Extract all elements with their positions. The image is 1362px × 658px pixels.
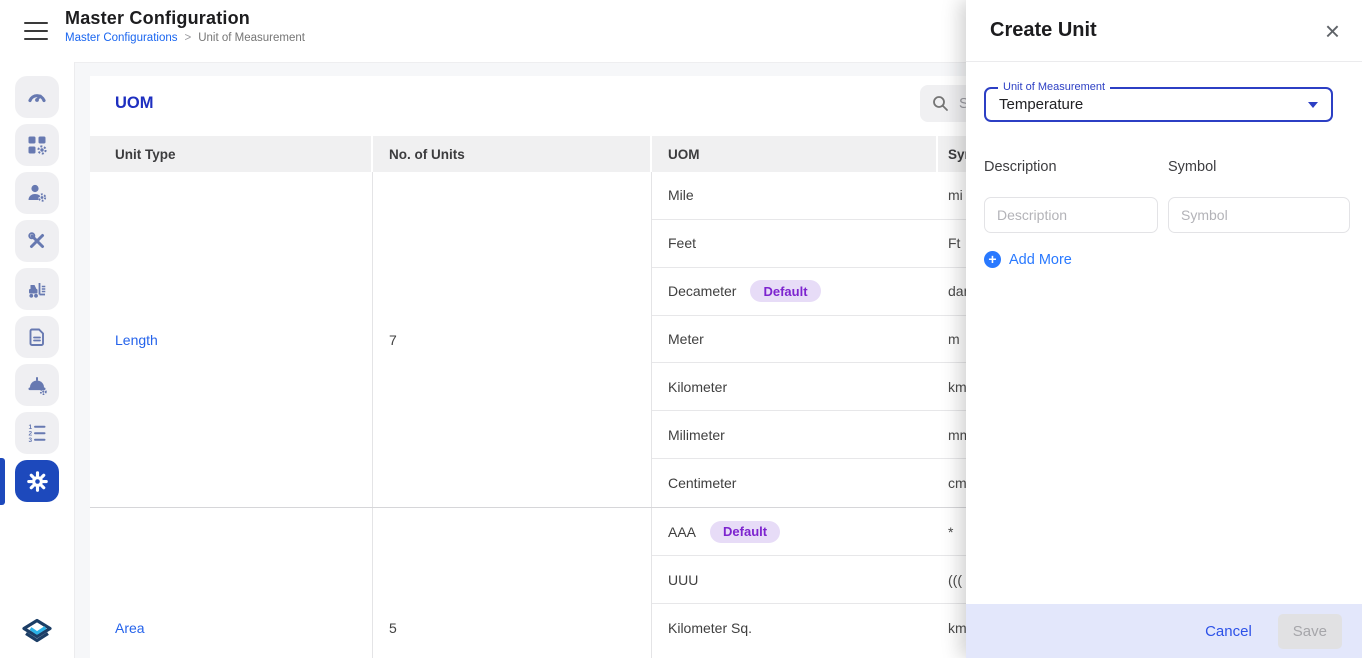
sidebar-item-user-management[interactable] (15, 172, 59, 214)
search-icon (932, 95, 949, 112)
sidebar-item-sequence[interactable]: 1 2 3 (15, 412, 59, 454)
tools-icon (25, 229, 49, 253)
user-settings-icon (25, 181, 49, 205)
uom-cell: Milimeter (652, 427, 938, 443)
breadcrumb-separator: > (185, 32, 192, 44)
column-header: Unit Type (90, 136, 373, 172)
uom-cell: AAA Default (652, 521, 938, 543)
select-floating-label: Unit of Measurement (998, 81, 1110, 93)
plus-circle-icon: + (984, 251, 1001, 268)
sidebar-item-dashboard[interactable] (15, 76, 59, 118)
unit-type-link[interactable]: Length (115, 332, 158, 348)
numbered-list-icon: 1 2 3 (25, 421, 49, 445)
add-more-button[interactable]: + Add More (984, 251, 1072, 268)
symbol-field[interactable] (1168, 197, 1350, 233)
hardhat-gear-icon (25, 373, 49, 397)
breadcrumb: Master Configurations > Unit of Measurem… (65, 32, 305, 44)
uom-cell: Kilometer (652, 379, 938, 395)
chevron-down-icon (1308, 102, 1318, 108)
uom-cell: Meter (652, 331, 938, 347)
company-logo (19, 617, 55, 652)
section-title: UOM (115, 94, 154, 113)
sidebar-item-modules[interactable] (15, 124, 59, 166)
unit-count-cell: 7 (373, 172, 652, 507)
uom-name: Centimeter (668, 475, 736, 491)
breadcrumb-current: Unit of Measurement (198, 32, 305, 44)
gauge-icon (25, 85, 49, 109)
column-header: UOM (652, 136, 938, 172)
close-icon[interactable]: × (1321, 16, 1344, 46)
uom-cell: UUU (652, 572, 938, 588)
save-button[interactable]: Save (1278, 614, 1342, 649)
default-badge: Default (750, 280, 820, 302)
sidebar-item-settings[interactable] (15, 460, 59, 502)
uom-name: Mile (668, 187, 694, 203)
column-header: No. of Units (373, 136, 652, 172)
unit-count-cell: 5 (373, 508, 652, 658)
sidebar-item-documents[interactable] (15, 316, 59, 358)
drawer-footer: Cancel Save (966, 604, 1362, 658)
uom-name: Kilometer Sq. (668, 620, 752, 636)
active-nav-indicator (0, 458, 5, 505)
settings-gear-icon (25, 469, 50, 494)
uom-cell: Centimeter (652, 475, 938, 491)
uom-cell: Decameter Default (652, 280, 938, 302)
unit-type-cell: Length (90, 172, 373, 507)
drawer-header: Create Unit × (966, 0, 1362, 62)
sidebar-item-safety[interactable] (15, 364, 59, 406)
symbol-label: Symbol (1168, 159, 1216, 175)
sidebar: 1 2 3 (0, 62, 75, 658)
forklift-icon (25, 277, 49, 301)
uom-cell: Feet (652, 235, 938, 251)
select-value: Temperature (986, 89, 1331, 120)
uom-name: UUU (668, 572, 698, 588)
uom-cell: Mile (652, 187, 938, 203)
page-title: Master Configuration (65, 8, 305, 29)
breadcrumb-link[interactable]: Master Configurations (65, 32, 178, 44)
uom-name: Kilometer (668, 379, 727, 395)
description-label: Description (984, 159, 1057, 175)
sidebar-item-equipment[interactable] (15, 268, 59, 310)
hamburger-menu-icon[interactable] (24, 22, 48, 40)
uom-name: AAA (668, 524, 696, 540)
uom-name: Meter (668, 331, 704, 347)
unit-type-cell: Area (90, 508, 373, 658)
uom-name: Milimeter (668, 427, 725, 443)
unit-type-link[interactable]: Area (115, 620, 145, 636)
uom-cell: Kilometer Sq. (652, 620, 938, 636)
create-unit-drawer: Create Unit × Unit of Measurement Temper… (966, 0, 1362, 658)
unit-of-measurement-select[interactable]: Unit of Measurement Temperature (984, 87, 1333, 122)
uom-name: Decameter (668, 283, 736, 299)
drawer-title: Create Unit (990, 19, 1097, 42)
app-window: Master Configuration Master Configuratio… (0, 0, 1362, 658)
sidebar-item-tools[interactable] (15, 220, 59, 262)
cancel-button[interactable]: Cancel (1205, 623, 1252, 640)
description-field[interactable] (984, 197, 1158, 233)
document-icon (25, 325, 49, 349)
uom-name: Feet (668, 235, 696, 251)
modules-grid-gear-icon (25, 133, 49, 157)
default-badge: Default (710, 521, 780, 543)
svg-text:3: 3 (29, 437, 33, 444)
add-more-label: Add More (1009, 252, 1072, 268)
